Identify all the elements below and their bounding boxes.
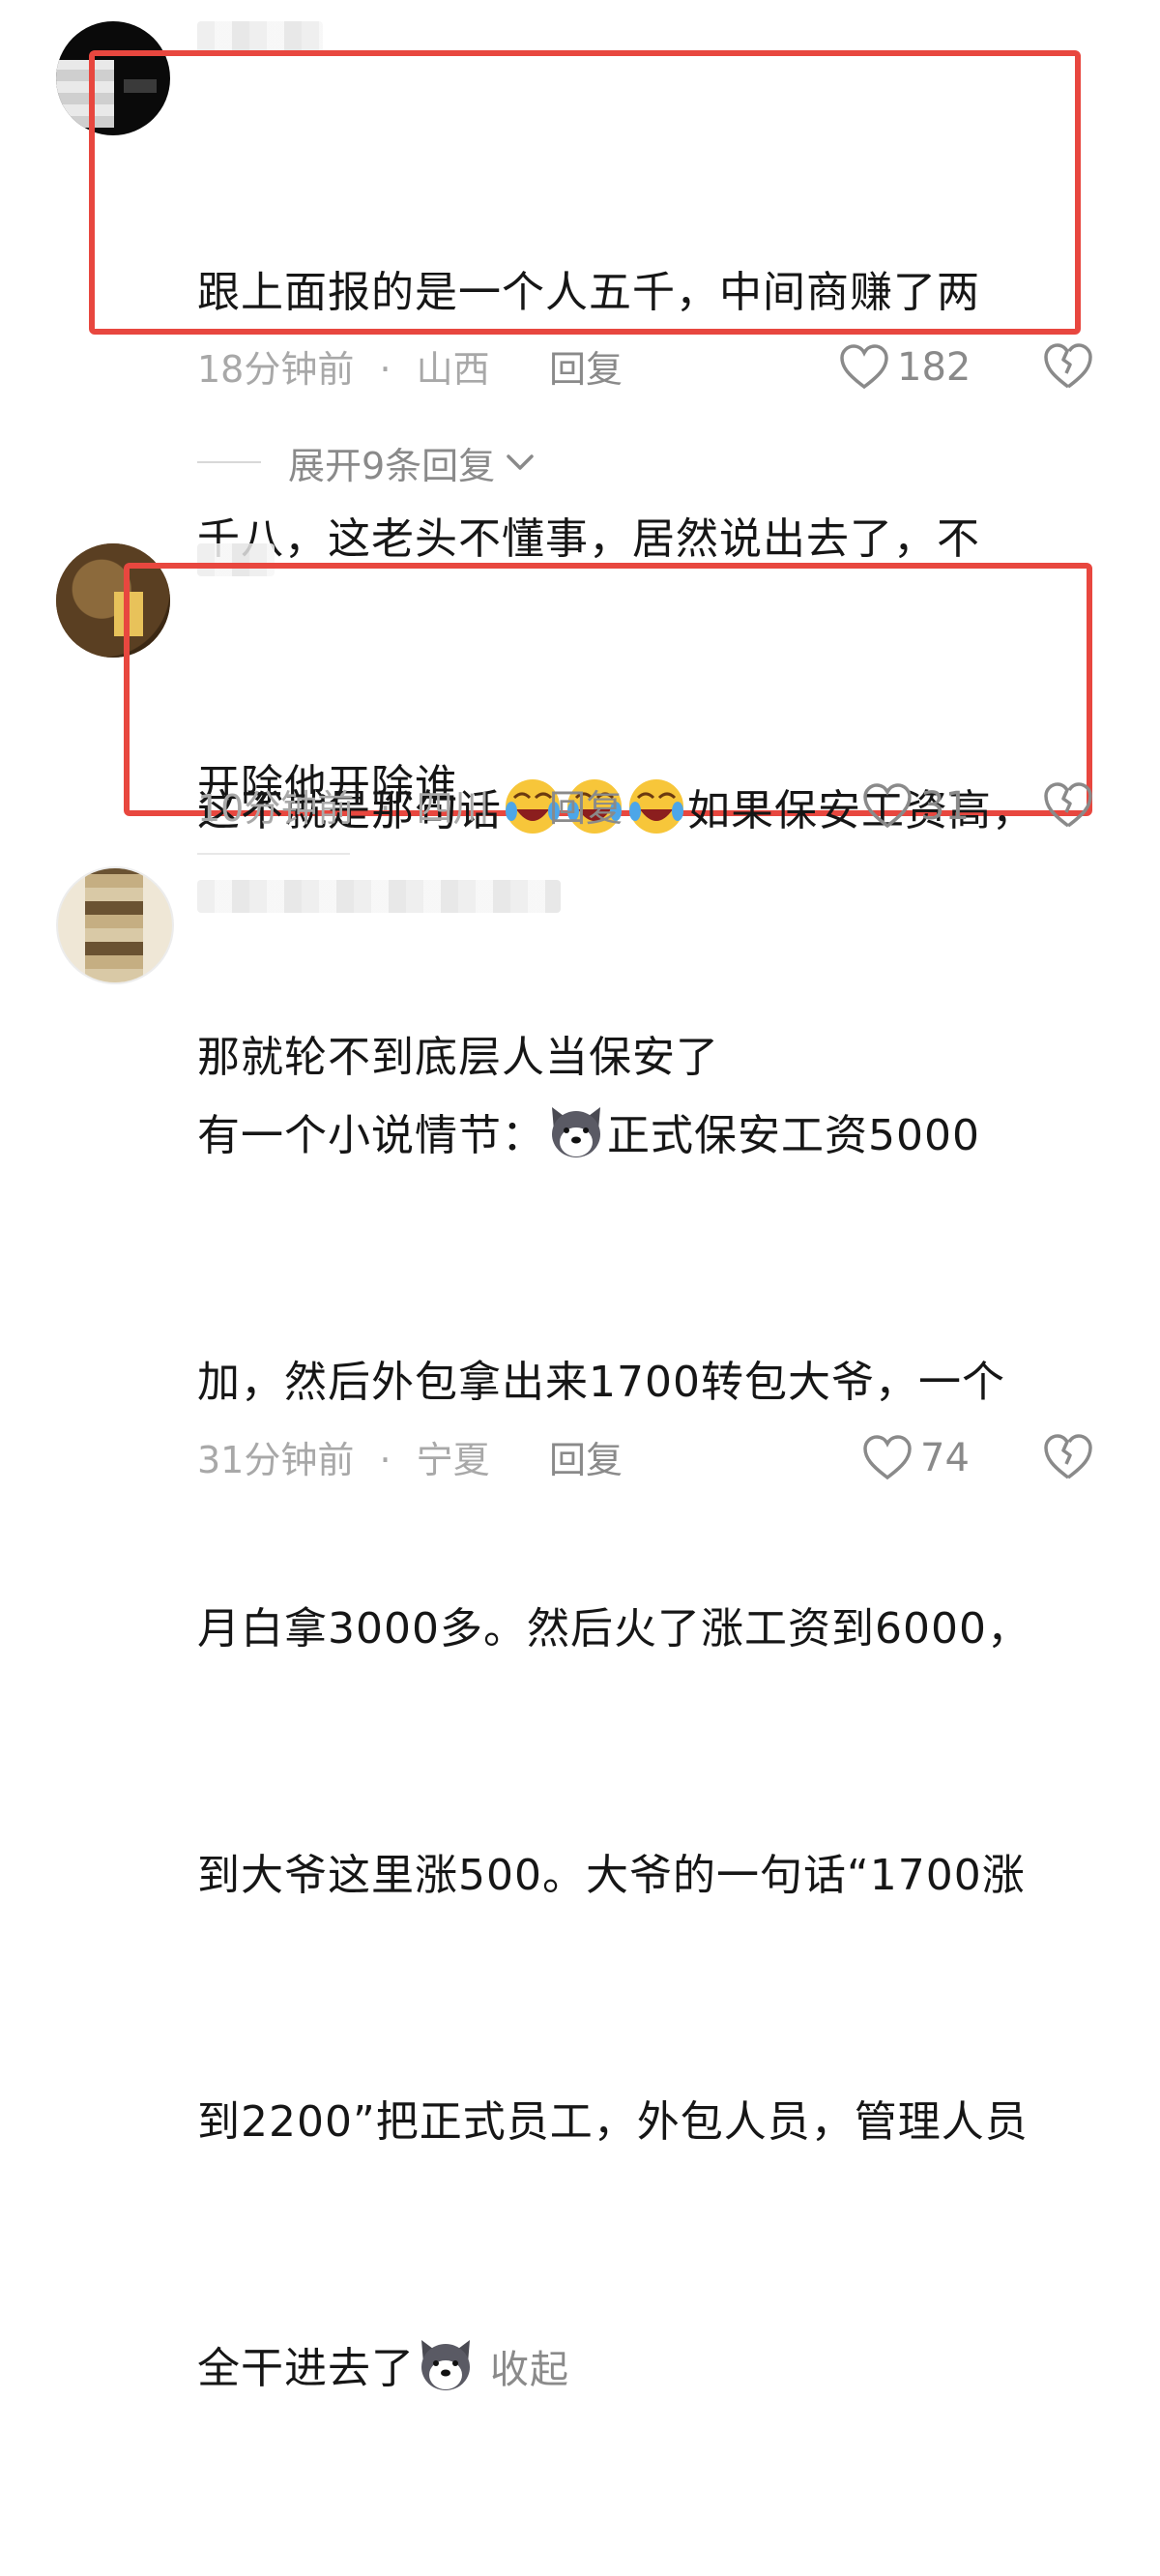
location: 四川	[416, 787, 490, 830]
comment-text-line: 加，然后外包拿出来1700转包大爷，一个	[197, 1358, 1005, 1407]
comment-text-line: 全干进去了 收起	[197, 2327, 1030, 2412]
meta-separator: ·	[379, 1439, 392, 1481]
expand-replies-label: 展开9条回复	[288, 444, 496, 487]
heart-icon	[840, 344, 888, 390]
comment-meta: 10分钟前 · 四川 回复	[197, 779, 623, 837]
meta-separator: ·	[379, 348, 392, 391]
comment-2: 这不就是那句话 如果保安工资高， 那就轮不到底层人当保安了 10分钟前 · 四川 …	[0, 522, 1160, 1082]
comment-meta: 31分钟前 · 宁夏 回复	[197, 1431, 623, 1489]
comment-meta: 18分钟前 · 山西 回复	[197, 340, 623, 398]
heart-icon	[863, 1435, 912, 1480]
collapse-button[interactable]: 收起	[490, 2348, 569, 2392]
avatar[interactable]	[56, 866, 174, 984]
meta-separator: ·	[379, 787, 392, 830]
location: 宁夏	[416, 1439, 490, 1481]
like-count: 74	[920, 1436, 970, 1480]
username-blurred[interactable]	[197, 21, 323, 54]
broken-heart-icon[interactable]	[1042, 779, 1094, 832]
reply-button[interactable]: 回复	[549, 340, 623, 398]
like-count: 31	[920, 784, 970, 829]
text-segment: 有一个小说情节：	[197, 1111, 545, 1160]
comment-text-line: 月白拿3000多。然后火了涨工资到6000，	[197, 1604, 1030, 1654]
comment-text: 有一个小说情节： 正式保安工资5000 加，然后外包拿出来1700转包大爷，一个 …	[197, 930, 1030, 2576]
comment-text-line: 到2200”把正式员工，外包人员，管理人员	[197, 2097, 1029, 2147]
expand-replies-button[interactable]: 展开9条回复	[197, 435, 539, 489]
text-segment: 正式保安工资5000	[607, 1111, 980, 1160]
comment-3: 有一个小说情节： 正式保安工资5000 加，然后外包拿出来1700转包大爷，一个 …	[0, 851, 1160, 2393]
broken-heart-icon[interactable]	[1042, 340, 1094, 393]
reply-button[interactable]: 回复	[549, 1431, 623, 1489]
reply-button[interactable]: 回复	[549, 779, 623, 837]
timestamp: 18分钟前	[197, 348, 355, 391]
text-segment: 如果保安工资高，	[687, 786, 1035, 835]
heart-icon	[863, 783, 912, 829]
comment-1: 跟上面报的是一个人五千，中间商赚了两 千八，这老头不懂事，居然说出去了，不 开除…	[0, 0, 1160, 810]
chevron-down-icon	[507, 454, 534, 470]
like-button[interactable]: 182	[839, 338, 971, 396]
comment-text-line: 到大爷这里涨500。大爷的一句话“1700涨	[197, 1851, 1026, 1900]
laughing-crying-emoji-icon	[629, 779, 683, 834]
comment-text-line: 有一个小说情节： 正式保安工资5000	[197, 1095, 1030, 1177]
location: 山西	[416, 348, 490, 391]
divider-dash	[197, 461, 261, 463]
like-button[interactable]: 31	[862, 777, 970, 835]
timestamp: 10分钟前	[197, 787, 355, 830]
like-button[interactable]: 74	[862, 1429, 970, 1487]
doge-emoji-icon	[552, 1107, 600, 1157]
doge-emoji-icon	[421, 2340, 470, 2390]
comment-text-line: 跟上面报的是一个人五千，中间商赚了两	[197, 268, 980, 317]
timestamp: 31分钟前	[197, 1439, 355, 1481]
like-count: 182	[897, 345, 972, 390]
text-segment: 全干进去了	[197, 2344, 415, 2393]
broken-heart-icon[interactable]	[1042, 1431, 1094, 1483]
username-blurred[interactable]	[197, 880, 561, 913]
